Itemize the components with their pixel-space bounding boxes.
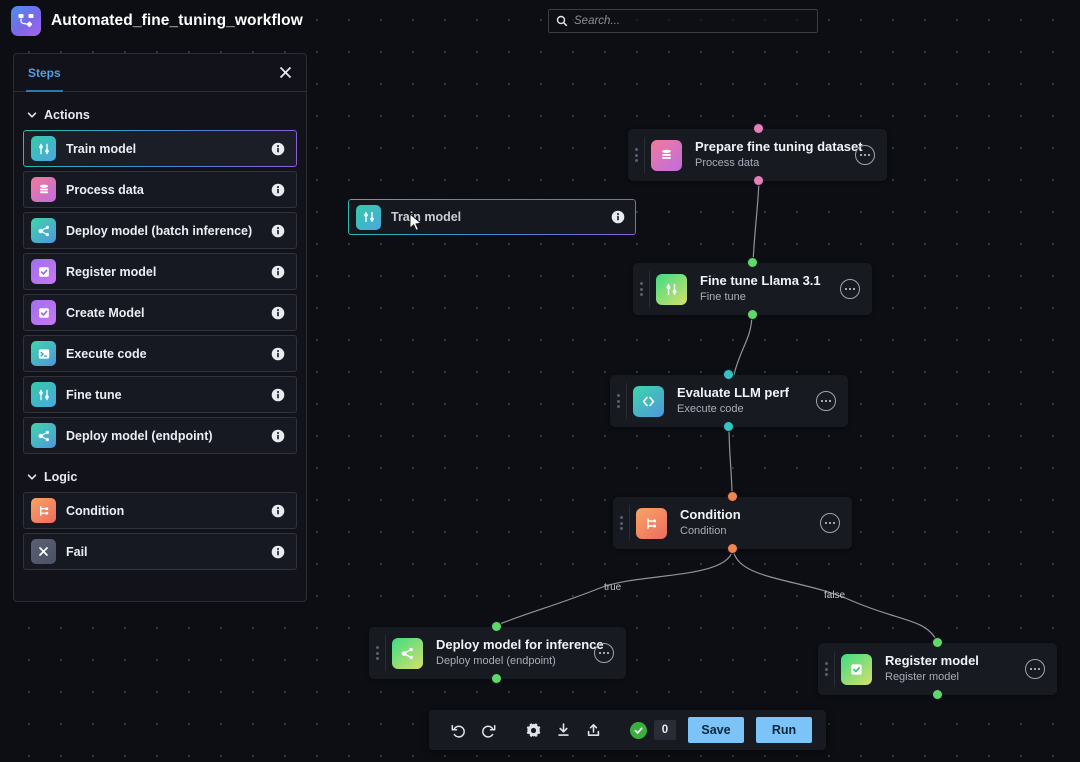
port-bottom[interactable] [748, 310, 757, 319]
edge-label-true: true [604, 582, 621, 593]
sliders-icon [356, 205, 381, 230]
node-title: Deploy model for inference [436, 637, 594, 653]
workflow-editor: Automated_fine_tuning_workflow Steps Act… [0, 0, 1080, 762]
node-text: Prepare fine tuning dataset Process data [695, 139, 855, 170]
port-bottom[interactable] [724, 422, 733, 431]
more-icon[interactable] [816, 391, 836, 411]
more-icon[interactable] [840, 279, 860, 299]
more-icon[interactable] [594, 643, 614, 663]
node-text: Evaluate LLM perf Execute code [677, 385, 816, 416]
checkbox-icon [841, 654, 872, 685]
database-icon [651, 140, 682, 171]
node-divider [649, 271, 650, 307]
drag-handle[interactable] [616, 394, 620, 408]
node-title: Prepare fine tuning dataset [695, 139, 855, 155]
drag-ghost-train-model[interactable]: Train model [348, 199, 636, 235]
check-icon [630, 722, 647, 739]
download-icon[interactable] [549, 716, 579, 744]
node-condition[interactable]: Condition Condition [613, 497, 852, 549]
drag-handle[interactable] [824, 662, 828, 676]
node-title: Evaluate LLM perf [677, 385, 816, 401]
node-text: Deploy model for inference Deploy model … [436, 637, 594, 668]
drag-handle[interactable] [375, 646, 379, 660]
node-subtitle: Register model [885, 670, 1025, 685]
node-subtitle: Fine tune [700, 290, 840, 305]
mouse-cursor [409, 213, 424, 238]
edge-label-false: false [824, 590, 845, 601]
node-prepare-fine-tuning-dataset[interactable]: Prepare fine tuning dataset Process data [628, 129, 887, 181]
redo-icon[interactable] [473, 716, 503, 744]
code-icon [633, 386, 664, 417]
sliders-icon [656, 274, 687, 305]
upload-icon[interactable] [579, 716, 609, 744]
port-bottom[interactable] [933, 690, 942, 699]
run-button[interactable]: Run [756, 717, 812, 743]
drag-handle[interactable] [619, 516, 623, 530]
branch-icon [636, 508, 667, 539]
port-bottom[interactable] [728, 544, 737, 553]
node-subtitle: Execute code [677, 402, 816, 417]
node-register-model[interactable]: Register model Register model [818, 643, 1057, 695]
port-top[interactable] [933, 638, 942, 647]
more-icon[interactable] [1025, 659, 1045, 679]
port-top[interactable] [728, 492, 737, 501]
node-title: Fine tune Llama 3.1 [700, 273, 840, 289]
node-text: Fine tune Llama 3.1 Fine tune [700, 273, 840, 304]
node-divider [834, 651, 835, 687]
port-top[interactable] [492, 622, 501, 631]
validation-count: 0 [654, 720, 676, 740]
node-title: Register model [885, 653, 1025, 669]
undo-icon[interactable] [443, 716, 473, 744]
node-evaluate-llm-perf[interactable]: Evaluate LLM perf Execute code [610, 375, 848, 427]
node-fine-tune-llama[interactable]: Fine tune Llama 3.1 Fine tune [633, 263, 872, 315]
port-top[interactable] [754, 124, 763, 133]
port-top[interactable] [748, 258, 757, 267]
port-top[interactable] [724, 370, 733, 379]
port-bottom[interactable] [754, 176, 763, 185]
node-text: Condition Condition [680, 507, 820, 538]
drag-ghost-label: Train model [391, 210, 611, 224]
more-icon[interactable] [820, 513, 840, 533]
node-title: Condition [680, 507, 820, 523]
node-divider [626, 383, 627, 419]
port-bottom[interactable] [492, 674, 501, 683]
more-icon[interactable] [855, 145, 875, 165]
gear-icon[interactable] [519, 716, 549, 744]
node-deploy-model-for-inference[interactable]: Deploy model for inference Deploy model … [369, 627, 626, 679]
save-button[interactable]: Save [688, 717, 744, 743]
share-icon [392, 638, 423, 669]
node-subtitle: Deploy model (endpoint) [436, 654, 594, 669]
node-divider [644, 137, 645, 173]
node-subtitle: Condition [680, 524, 820, 539]
node-text: Register model Register model [885, 653, 1025, 684]
canvas-toolbar: 0 Save Run [429, 710, 826, 750]
node-divider [629, 505, 630, 541]
node-divider [385, 635, 386, 671]
node-subtitle: Process data [695, 156, 855, 171]
validation-status[interactable]: 0 [630, 720, 676, 740]
info-icon [611, 210, 625, 224]
drag-handle[interactable] [639, 282, 643, 296]
drag-handle[interactable] [634, 148, 638, 162]
